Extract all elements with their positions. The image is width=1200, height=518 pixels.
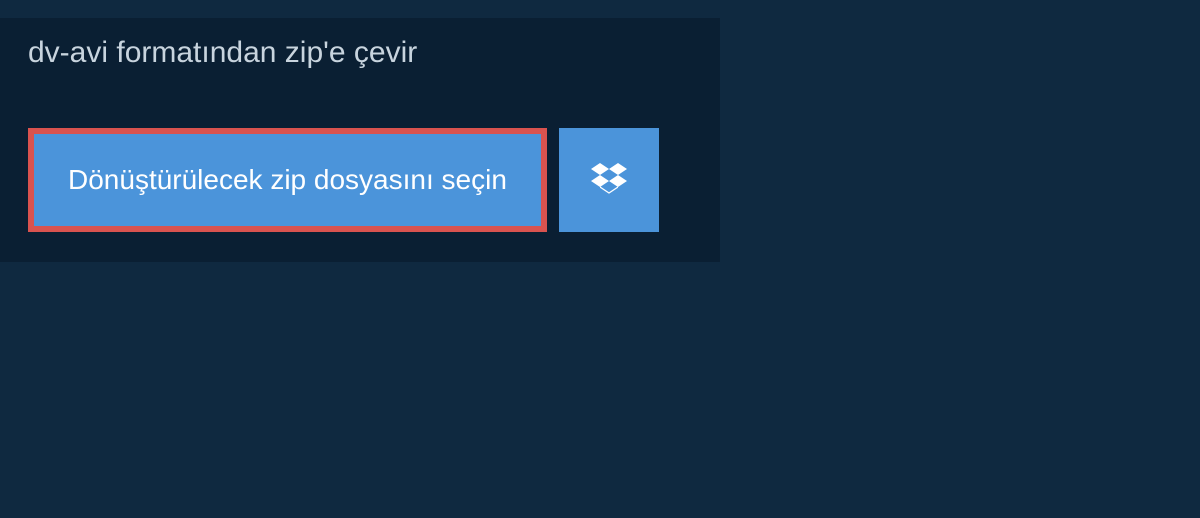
button-row: Dönüştürülecek zip dosyasını seçin — [28, 128, 720, 232]
page-title: dv-avi formatından zip'e çevir — [0, 18, 595, 88]
select-file-button[interactable]: Dönüştürülecek zip dosyasını seçin — [28, 128, 547, 232]
select-file-label: Dönüştürülecek zip dosyasını seçin — [68, 162, 507, 198]
dropbox-button[interactable] — [559, 128, 659, 232]
dropbox-icon — [591, 160, 627, 201]
converter-panel: dv-avi formatından zip'e çevir Dönüştürü… — [0, 18, 720, 262]
